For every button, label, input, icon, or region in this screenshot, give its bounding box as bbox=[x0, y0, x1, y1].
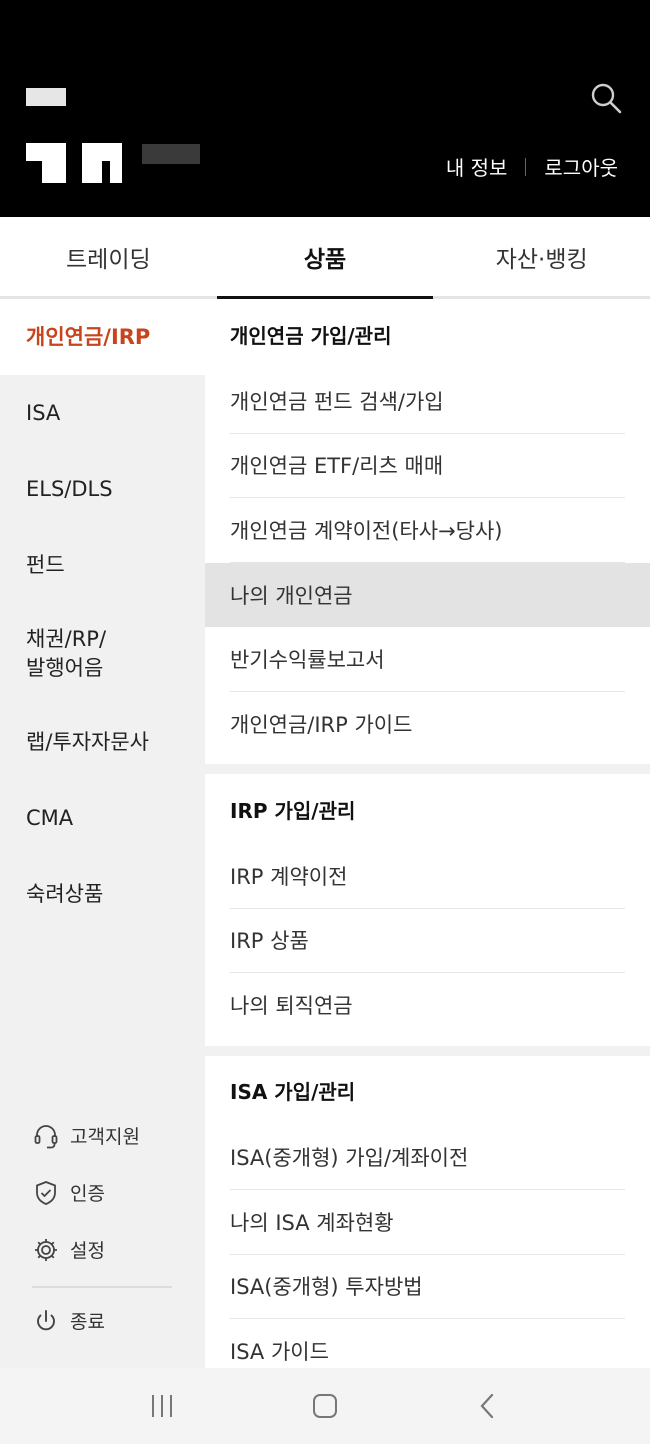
system-navigation-bar bbox=[0, 1368, 650, 1444]
sidebar-item-els-dls[interactable]: ELS/DLS bbox=[0, 451, 205, 527]
settings-label: 설정 bbox=[70, 1240, 105, 1262]
logout-link[interactable]: 로그아웃 bbox=[544, 152, 618, 181]
tab-assets-banking[interactable]: 자산·뱅킹 bbox=[433, 217, 650, 296]
menu-link[interactable]: 개인연금 계약이전(타사→당사) bbox=[230, 498, 625, 563]
certification-label: 인증 bbox=[70, 1183, 105, 1205]
recent-apps-button[interactable] bbox=[132, 1381, 192, 1431]
certification-button[interactable]: 인증 bbox=[32, 1164, 172, 1221]
category-sidebar: 개인연금/IRP ISA ELS/DLS 펀드 채권/RP/ 발행어음 랩/투자… bbox=[0, 299, 205, 1368]
utility-divider bbox=[32, 1286, 172, 1288]
irp-section: IRP 가입/관리 IRP 계약이전 IRP 상품 나의 퇴직연금 bbox=[205, 774, 650, 1046]
power-icon bbox=[37, 1309, 55, 1330]
menu-link[interactable]: 나의 ISA 계좌현황 bbox=[230, 1190, 625, 1255]
section-title: IRP 가입/관리 bbox=[230, 798, 356, 823]
link-divider bbox=[525, 157, 527, 176]
menu-link[interactable]: 개인연금 펀드 검색/가입 bbox=[230, 369, 625, 434]
section-title: 개인연금 가입/관리 bbox=[230, 323, 392, 348]
menu-link[interactable]: 나의 퇴직연금 bbox=[230, 973, 625, 1038]
recent-apps-icon bbox=[151, 1395, 172, 1417]
utility-menu: 고객지원 인증 설정 종료 bbox=[32, 1107, 172, 1349]
tab-trading[interactable]: 트레이딩 bbox=[0, 217, 217, 296]
main-tabs: 트레이딩 상품 자산·뱅킹 bbox=[0, 217, 650, 299]
submenu-panel: 개인연금 가입/관리 개인연금 펀드 검색/가입 개인연금 ETF/리츠 매매 … bbox=[205, 299, 650, 1368]
menu-link[interactable]: 개인연금/IRP 가이드 bbox=[230, 692, 625, 757]
home-icon bbox=[312, 1394, 337, 1418]
sidebar-item-fund[interactable]: 펀드 bbox=[0, 527, 205, 603]
brand-logo bbox=[26, 143, 126, 183]
my-info-link[interactable]: 내 정보 bbox=[446, 152, 508, 181]
menu-link[interactable]: ISA 가이드 bbox=[230, 1319, 625, 1368]
sidebar-item-pension-irp[interactable]: 개인연금/IRP bbox=[0, 299, 205, 375]
back-button[interactable] bbox=[458, 1381, 518, 1431]
menu-link[interactable]: ISA(중개형) 가입/계좌이전 bbox=[230, 1126, 625, 1190]
menu-link[interactable]: 개인연금 ETF/리츠 매매 bbox=[230, 434, 625, 498]
tab-products[interactable]: 상품 bbox=[216, 217, 434, 299]
menu-link[interactable]: IRP 계약이전 bbox=[230, 844, 625, 909]
menu-link[interactable]: ISA(중개형) 투자방법 bbox=[230, 1255, 625, 1319]
home-button[interactable] bbox=[295, 1381, 355, 1431]
headset-icon bbox=[34, 1124, 58, 1148]
section-title: ISA 가입/관리 bbox=[230, 1080, 356, 1104]
customer-support-label: 고객지원 bbox=[70, 1126, 140, 1148]
menu-link[interactable]: IRP 상품 bbox=[230, 909, 625, 973]
sidebar-item-isa[interactable]: ISA bbox=[0, 375, 205, 451]
settings-button[interactable]: 설정 bbox=[32, 1221, 172, 1278]
pension-section: 개인연금 가입/관리 개인연금 펀드 검색/가입 개인연금 ETF/리츠 매매 … bbox=[205, 299, 650, 764]
menu-link[interactable]: 반기수익률보고서 bbox=[230, 627, 625, 692]
logo-mark-small bbox=[26, 88, 66, 106]
isa-section: ISA 가입/관리 ISA(중개형) 가입/계좌이전 나의 ISA 계좌현황 I… bbox=[205, 1055, 650, 1368]
sidebar-item-cma[interactable]: CMA bbox=[0, 780, 205, 856]
brand-name-block bbox=[142, 144, 200, 164]
exit-button[interactable]: 종료 bbox=[32, 1292, 172, 1349]
menu-link-highlighted[interactable]: 나의 개인연금 bbox=[205, 562, 650, 627]
search-icon bbox=[591, 83, 622, 114]
exit-label: 종료 bbox=[70, 1311, 105, 1333]
sidebar-item-deliberation[interactable]: 숙려상품 bbox=[0, 856, 205, 932]
sidebar-item-wrap-advisory[interactable]: 랩/투자자문사 bbox=[0, 704, 205, 780]
app-header: 내 정보 로그아웃 bbox=[0, 0, 650, 217]
back-icon bbox=[480, 1393, 494, 1419]
header-account-links: 내 정보 로그아웃 bbox=[446, 152, 618, 181]
search-button[interactable] bbox=[588, 80, 624, 116]
shield-check-icon bbox=[36, 1180, 56, 1205]
sidebar-item-bond-rp[interactable]: 채권/RP/ 발행어음 bbox=[0, 603, 205, 704]
gear-icon bbox=[35, 1238, 57, 1261]
customer-support-button[interactable]: 고객지원 bbox=[32, 1107, 172, 1164]
